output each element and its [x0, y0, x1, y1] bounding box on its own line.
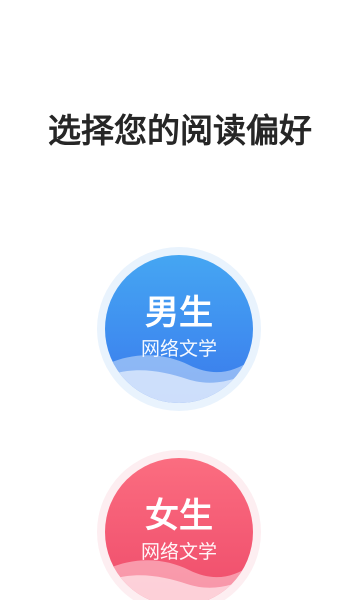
female-sub-label: 网络文学: [140, 541, 217, 563]
reading-preference-screen: 选择您的阅读偏好 男生 网络文学 女生 网络文学: [0, 0, 360, 600]
male-sub-label: 网络文学: [140, 338, 217, 360]
male-circle: 男生 网络文学: [105, 255, 253, 403]
female-preference-button[interactable]: 女生 网络文学: [97, 450, 261, 600]
male-label: 男生: [145, 293, 213, 333]
female-circle: 女生 网络文学: [105, 458, 253, 600]
page-title: 选择您的阅读偏好: [48, 111, 312, 150]
female-label: 女生: [145, 496, 213, 536]
male-preference-button[interactable]: 男生 网络文学: [97, 247, 261, 411]
